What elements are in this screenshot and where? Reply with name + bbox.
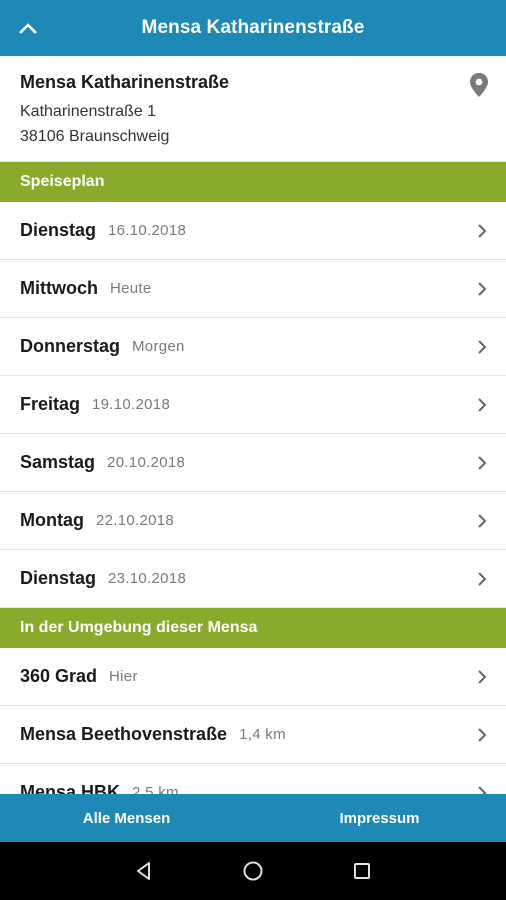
mensa-name: Mensa Katharinenstraße bbox=[20, 72, 230, 92]
day-date: 20.10.2018 bbox=[107, 454, 186, 471]
day-date: 19.10.2018 bbox=[92, 396, 171, 413]
day-date: Heute bbox=[110, 280, 152, 297]
nearby-row[interactable]: Mensa Beethovenstraße 1,4 km bbox=[0, 706, 506, 764]
app-bar: Mensa Katharinenstraße bbox=[0, 0, 506, 56]
tab-alle-mensen[interactable]: Alle Mensen bbox=[0, 794, 253, 842]
day-name: Samstag bbox=[20, 452, 96, 472]
day-date: Morgen bbox=[132, 338, 185, 355]
day-row[interactable]: Dienstag 16.10.2018 bbox=[0, 202, 506, 260]
nearby-distance: Hier bbox=[109, 668, 138, 685]
home-circle-icon bbox=[243, 861, 263, 881]
home-button[interactable] bbox=[229, 847, 277, 895]
chevron-right-icon bbox=[478, 397, 487, 412]
day-row[interactable]: Mittwoch Heute bbox=[0, 260, 506, 318]
day-name: Mittwoch bbox=[20, 278, 98, 298]
chevron-up-icon bbox=[19, 23, 37, 34]
day-name: Donnerstag bbox=[20, 336, 121, 356]
day-row[interactable]: Montag 22.10.2018 bbox=[0, 492, 506, 550]
collapse-button[interactable] bbox=[8, 8, 48, 48]
mensa-city: 38106 Braunschweig bbox=[20, 128, 170, 145]
day-date: 23.10.2018 bbox=[108, 570, 187, 587]
chevron-right-icon bbox=[478, 571, 487, 586]
mensa-street: Katharinenstraße 1 bbox=[20, 103, 157, 120]
system-nav-bar bbox=[0, 842, 506, 900]
back-triangle-icon bbox=[137, 862, 151, 880]
chevron-right-icon bbox=[478, 223, 487, 238]
day-row[interactable]: Freitag 19.10.2018 bbox=[0, 376, 506, 434]
chevron-right-icon bbox=[478, 785, 487, 794]
day-name: Freitag bbox=[20, 394, 81, 414]
day-date: 16.10.2018 bbox=[108, 222, 187, 239]
content-scroll[interactable]: Mensa Katharinenstraße Katharinenstraße … bbox=[0, 56, 506, 794]
chevron-right-icon bbox=[478, 669, 487, 684]
chevron-right-icon bbox=[478, 727, 487, 742]
day-date: 22.10.2018 bbox=[95, 512, 175, 529]
nearby-name: Mensa HBK bbox=[20, 782, 121, 794]
nearby-name: 360 Grad bbox=[20, 666, 98, 686]
chevron-right-icon bbox=[478, 513, 487, 528]
nearby-row[interactable]: Mensa HBK 2,5 km bbox=[0, 764, 506, 794]
chevron-right-icon bbox=[478, 455, 487, 470]
day-row[interactable]: Samstag 20.10.2018 bbox=[0, 434, 506, 492]
day-row[interactable]: Dienstag 23.10.2018 bbox=[0, 550, 506, 608]
nearby-name: Mensa Beethovenstraße bbox=[20, 724, 228, 744]
chevron-right-icon bbox=[478, 339, 487, 354]
nearby-distance: 2,5 km bbox=[132, 784, 179, 794]
day-row[interactable]: Donnerstag Morgen bbox=[0, 318, 506, 376]
map-pin-icon[interactable] bbox=[468, 72, 490, 98]
day-name: Dienstag bbox=[20, 568, 97, 588]
section-header-speiseplan: Speiseplan bbox=[0, 162, 506, 202]
recents-button[interactable] bbox=[338, 847, 386, 895]
day-name: Dienstag bbox=[20, 220, 97, 240]
nearby-row[interactable]: 360 Grad Hier bbox=[0, 648, 506, 706]
day-name: Montag bbox=[20, 510, 84, 530]
page-title: Mensa Katharinenstraße bbox=[141, 17, 365, 38]
bottom-tab-bar: Alle Mensen Impressum bbox=[0, 794, 506, 842]
back-button[interactable] bbox=[120, 847, 168, 895]
chevron-right-icon bbox=[478, 281, 487, 296]
section-header-nearby: In der Umgebung dieser Mensa bbox=[0, 608, 506, 648]
nearby-distance: 1,4 km bbox=[239, 726, 286, 743]
mensa-info-card: Mensa Katharinenstraße Katharinenstraße … bbox=[0, 56, 506, 162]
tab-impressum[interactable]: Impressum bbox=[253, 794, 506, 842]
recents-square-icon bbox=[353, 863, 370, 879]
